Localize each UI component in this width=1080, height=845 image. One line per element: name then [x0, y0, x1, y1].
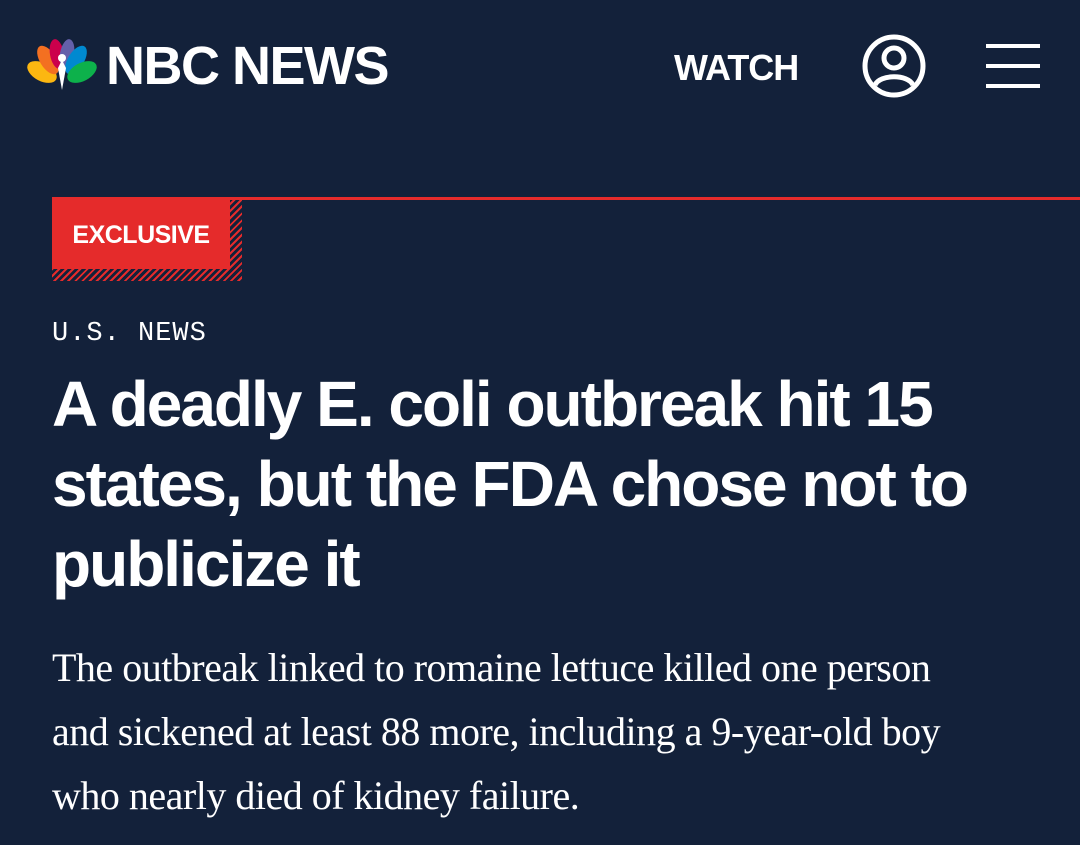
- nbc-news-logo[interactable]: NBC NEWS: [26, 36, 390, 96]
- section-link-us-news[interactable]: U.S. NEWS: [52, 318, 207, 350]
- exclusive-label: EXCLUSIVE: [72, 220, 210, 249]
- account-button[interactable]: [860, 32, 928, 100]
- badge-fill: EXCLUSIVE: [52, 197, 230, 269]
- user-account-icon: [862, 34, 926, 98]
- watch-link[interactable]: WATCH: [674, 46, 799, 90]
- hamburger-menu-icon: [986, 84, 1040, 88]
- hamburger-menu-icon: [986, 64, 1040, 68]
- nbc-peacock-icon: [27, 39, 97, 90]
- site-header: NBC NEWS WATCH: [0, 0, 1080, 140]
- hamburger-menu-button[interactable]: [986, 44, 1040, 88]
- hamburger-menu-icon: [986, 44, 1040, 48]
- logo-text: NBC NEWS: [106, 36, 390, 96]
- exclusive-badge: EXCLUSIVE: [52, 197, 242, 281]
- article-headline: A deadly E. coli outbreak hit 15 states,…: [52, 368, 969, 600]
- article-dek: The outbreak linked to romaine lettuce k…: [52, 645, 941, 818]
